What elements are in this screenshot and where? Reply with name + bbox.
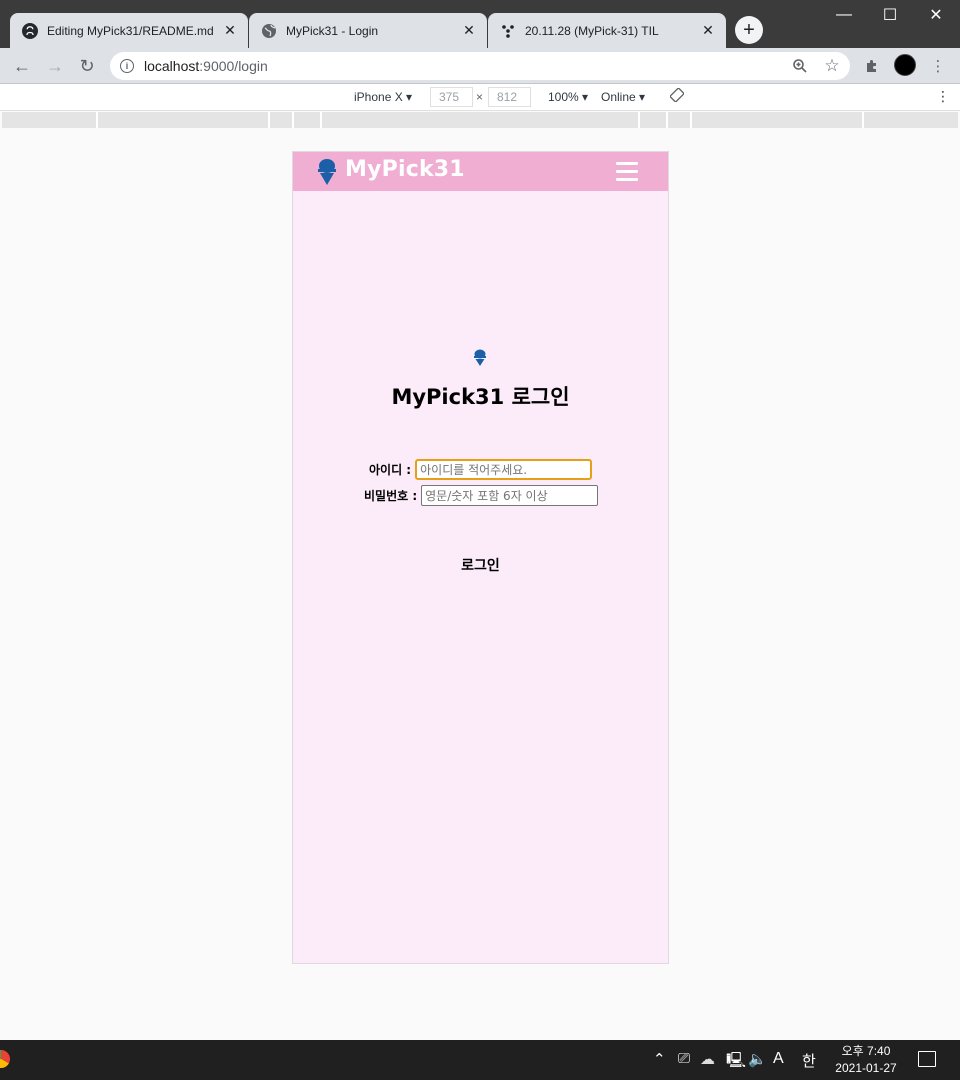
zoom-select[interactable]: 100% ▾: [548, 90, 588, 104]
tab-til-notes[interactable]: 20.11.28 (MyPick-31) TIL ✕: [488, 13, 726, 48]
device-height-field[interactable]: 812: [488, 87, 531, 107]
ruler-tick: [690, 112, 692, 128]
tab-mypick-login[interactable]: MyPick31 - Login ✕: [249, 13, 487, 48]
url-host: localhost: [144, 58, 200, 74]
github-icon: [22, 22, 38, 39]
chrome-taskbar-icon[interactable]: [0, 1050, 10, 1068]
new-tab-button[interactable]: +: [735, 16, 763, 44]
address-bar[interactable]: i localhost:9000/login: [110, 52, 850, 80]
devtools-more-icon[interactable]: ⋮: [936, 88, 950, 105]
ruler-tick: [666, 112, 668, 128]
tab-title: Editing MyPick31/README.md a: [47, 23, 216, 38]
network-throttle-select[interactable]: Online ▾: [601, 90, 645, 104]
password-label: 비밀번호 :: [364, 489, 418, 503]
tab-close-icon[interactable]: ✕: [461, 22, 477, 39]
extensions-puzzle-icon[interactable]: [860, 52, 884, 80]
app-header: MyPick31: [293, 152, 668, 191]
ruler-tick: [96, 112, 98, 128]
ruler-tick: [320, 112, 322, 128]
globe-icon: [261, 23, 277, 39]
ruler-tick: [268, 112, 270, 128]
site-info-icon[interactable]: i: [120, 59, 134, 73]
device-width-field[interactable]: 375: [430, 87, 473, 107]
device-select[interactable]: iPhone X ▾: [354, 90, 412, 104]
media-query-ruler: [2, 112, 958, 128]
network-icon[interactable]: 🖳: [726, 1050, 746, 1075]
maximize-icon[interactable]: ☐: [867, 0, 913, 30]
ice-cream-logo-icon[interactable]: [317, 158, 337, 185]
tab-title: MyPick31 - Login: [286, 23, 379, 38]
ruler-tick: [292, 112, 294, 128]
action-center-icon[interactable]: [918, 1051, 936, 1067]
korean-ime-icon[interactable]: 한: [802, 1050, 816, 1071]
forward-icon[interactable]: →: [41, 52, 69, 80]
taskbar: ⌃ ⎚ ☁ 🖳 🔈 A 한 오후 7:40 2021-01-27: [0, 1040, 960, 1080]
onedrive-error-icon[interactable]: ☁: [700, 1050, 715, 1068]
tab-github-readme[interactable]: Editing MyPick31/README.md a ✕: [10, 13, 248, 48]
device-toolbar: iPhone X ▾ 375 × 812 100% ▾ Online ▾ ⋮: [0, 84, 960, 111]
browser-toolbar: ← → ↻ i localhost:9000/login ☆ ⋮: [0, 48, 960, 84]
tray-chevron-icon[interactable]: ⌃: [653, 1050, 666, 1068]
zoom-icon[interactable]: [788, 52, 812, 80]
rotate-icon[interactable]: [669, 87, 685, 105]
app-brand[interactable]: MyPick31: [345, 157, 465, 182]
meet-now-icon[interactable]: ⎚: [678, 1050, 690, 1067]
volume-icon[interactable]: 🔈: [748, 1050, 767, 1068]
clock-date: 2021-01-27: [835, 1061, 897, 1075]
bookmark-star-icon[interactable]: ☆: [820, 52, 844, 80]
notion-dots-icon: [500, 23, 516, 39]
url-path: :9000/login: [199, 58, 268, 74]
dimension-separator: ×: [476, 90, 484, 104]
ruler-tick: [638, 112, 640, 128]
profile-avatar[interactable]: [894, 54, 916, 76]
taskbar-clock[interactable]: 오후 7:40 2021-01-27: [830, 1043, 902, 1077]
device-viewport: MyPick31 MyPick31 로그인 아이디 : 비밀번호 : 로그인: [292, 151, 669, 964]
chrome-menu-icon[interactable]: ⋮: [926, 52, 950, 80]
login-title: MyPick31 로그인: [391, 385, 570, 409]
window-close-icon[interactable]: ✕: [913, 0, 959, 30]
ice-cream-icon: [474, 349, 486, 366]
hamburger-menu-icon[interactable]: [616, 162, 638, 181]
tab-strip: Editing MyPick31/README.md a ✕ MyPick31 …: [0, 0, 960, 48]
tab-close-icon[interactable]: ✕: [700, 22, 716, 39]
minimize-icon[interactable]: —: [821, 0, 867, 30]
password-input[interactable]: [421, 485, 599, 506]
id-label: 아이디 :: [369, 463, 412, 477]
clock-time: 오후 7:40: [841, 1044, 891, 1058]
reload-icon[interactable]: ↻: [73, 52, 101, 80]
id-input[interactable]: [415, 459, 593, 480]
password-row: 비밀번호 :: [364, 485, 599, 506]
ruler-tick: [862, 112, 864, 128]
ime-mode-indicator[interactable]: A: [773, 1050, 784, 1068]
id-row: 아이디 :: [369, 459, 593, 480]
tab-close-icon[interactable]: ✕: [222, 22, 238, 39]
login-button[interactable]: 로그인: [293, 555, 668, 575]
back-icon[interactable]: ←: [8, 52, 36, 80]
tab-title: 20.11.28 (MyPick-31) TIL: [525, 23, 659, 38]
